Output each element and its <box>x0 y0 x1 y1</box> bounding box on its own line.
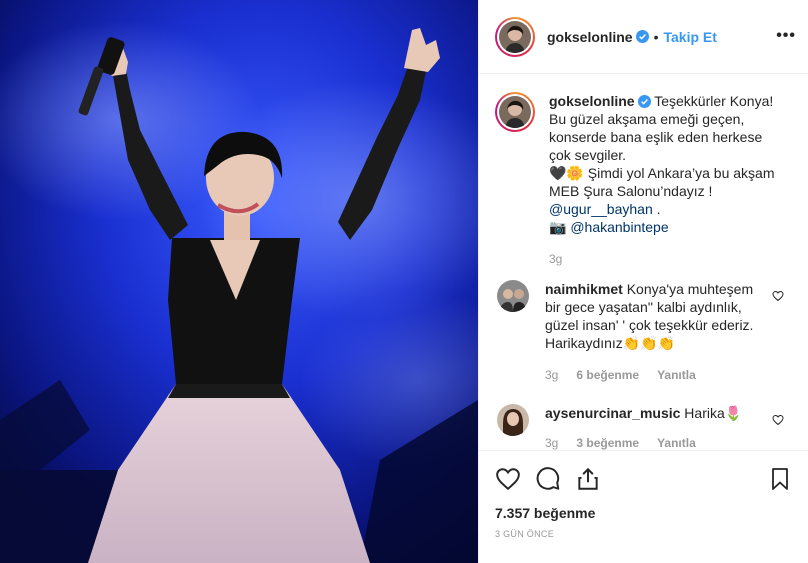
comment-likes[interactable]: 6 beğenme <box>576 366 639 384</box>
like-heart-icon[interactable] <box>495 466 521 492</box>
comment-like-icon[interactable] <box>772 414 784 426</box>
avatar <box>499 20 531 53</box>
camera-icon: 📷 <box>549 219 567 235</box>
comment-username[interactable]: naimhikmet <box>545 281 623 297</box>
comment-time[interactable]: 3g <box>545 366 558 384</box>
caption-avatar[interactable] <box>495 92 535 132</box>
mention-link[interactable]: @ugur__bayhan <box>549 201 653 217</box>
caption-username[interactable]: gokselonline <box>549 93 635 109</box>
bookmark-icon[interactable] <box>768 466 792 492</box>
verified-badge-icon <box>635 30 649 43</box>
story-ring[interactable] <box>495 16 535 57</box>
header-username[interactable]: gokselonline <box>547 29 633 45</box>
commenter-avatar[interactable] <box>497 404 529 436</box>
caption-text-2: 🖤🌼 Şimdi yol Ankara’ya bu akşam MEB Şura… <box>549 165 775 199</box>
instagram-post: gokselonline • Takip Et ••• gokselonline… <box>0 0 808 563</box>
post-date[interactable]: 3 GÜN ÖNCE <box>495 529 792 539</box>
comment-text: Harika🌷 <box>684 405 743 421</box>
actions-bar: 7.357 beğenme 3 GÜN ÖNCE <box>479 450 808 563</box>
mention-link-2[interactable]: @hakanbintepe <box>570 219 668 235</box>
post-photo[interactable] <box>0 0 478 563</box>
post-side-panel: gokselonline • Takip Et ••• gokselonline… <box>478 0 808 563</box>
share-icon[interactable] <box>575 466 601 492</box>
comment-bubble-icon[interactable] <box>535 466 561 492</box>
comment-time[interactable]: 3g <box>545 434 558 450</box>
commenter-avatar[interactable] <box>497 280 529 312</box>
separator-dot: • <box>653 28 659 45</box>
concert-photo-illustration <box>0 0 478 563</box>
like-count[interactable]: 7.357 beğenme <box>495 505 792 521</box>
reply-button[interactable]: Yanıtla <box>657 434 696 450</box>
comment-item: naimhikmet Konya'ya muhteşem bir gece ya… <box>495 280 792 384</box>
comment-username[interactable]: aysenurcinar_music <box>545 405 680 421</box>
verified-badge-icon <box>637 95 651 108</box>
caption: gokselonline Teşekkürler Konya! Bu güzel… <box>495 92 792 268</box>
comment-item: aysenurcinar_music Harika🌷 3g 3 beğenme … <box>495 404 792 450</box>
caption-time[interactable]: 3g <box>549 250 562 268</box>
comment-likes[interactable]: 3 beğenme <box>576 434 639 450</box>
comments-area: gokselonline Teşekkürler Konya! Bu güzel… <box>479 74 808 450</box>
post-header: gokselonline • Takip Et ••• <box>479 0 808 74</box>
more-options-icon[interactable]: ••• <box>776 27 796 45</box>
reply-button[interactable]: Yanıtla <box>657 366 696 384</box>
mention-suffix: . <box>652 201 661 217</box>
follow-button[interactable]: Takip Et <box>663 29 716 45</box>
comment-like-icon[interactable] <box>772 290 784 302</box>
